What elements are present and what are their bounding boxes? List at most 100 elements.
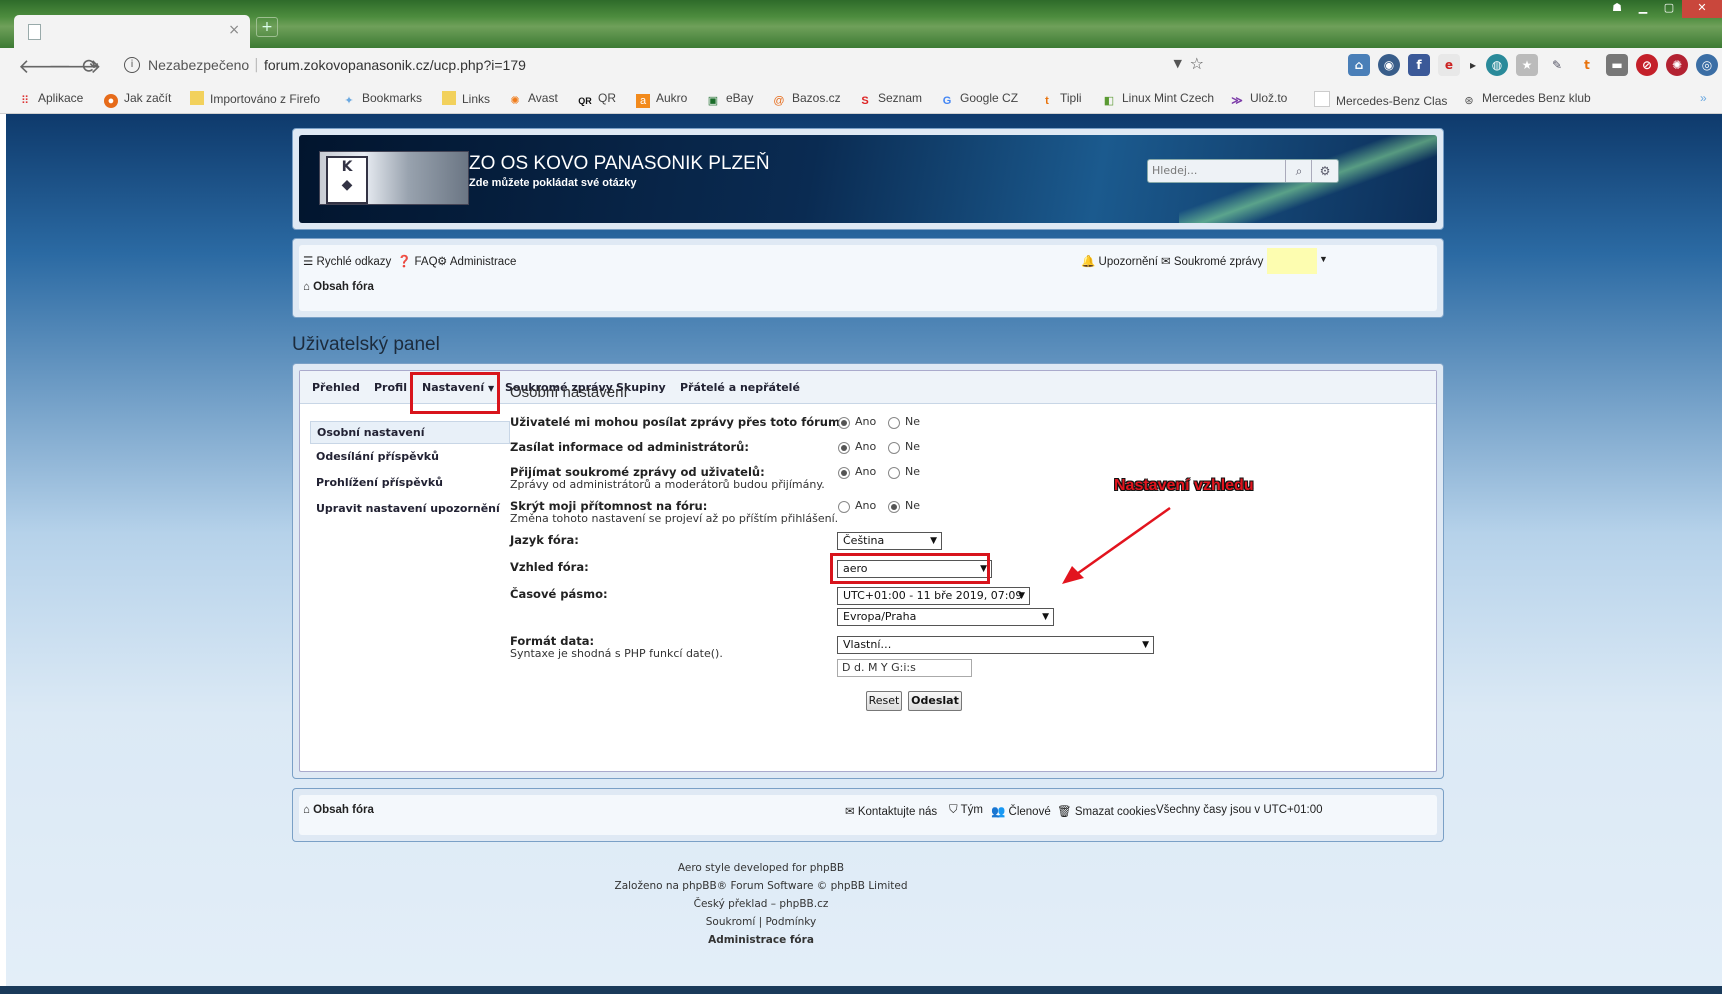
radio-allow-pm-yes[interactable]	[838, 417, 850, 429]
star-icon[interactable]: ☆	[1190, 54, 1204, 73]
bookmark-star-icon[interactable]: ★	[1516, 54, 1538, 76]
bookmark-item[interactable]: QR QR	[578, 91, 616, 108]
timezone-select[interactable]: UTC+01:00 - 11 bře 2019, 07:09 ▼	[837, 587, 1030, 605]
sidebar-item-viewing[interactable]: Prohlížení příspěvků	[310, 472, 510, 493]
tipli-icon[interactable]: t	[1576, 54, 1598, 76]
private-messages-link[interactable]: ✉ Soukromé zprávy	[1161, 254, 1263, 268]
browser-tab[interactable]: ×	[14, 15, 250, 48]
play-icon[interactable]: ▸	[1468, 54, 1478, 76]
team-link[interactable]: ⛉ Tým	[949, 804, 983, 817]
language-select[interactable]: Čeština ▼	[837, 532, 942, 550]
submit-button[interactable]: Odeslat	[908, 691, 962, 711]
faq-link[interactable]: ❓ FAQ	[397, 254, 438, 268]
radio-admin-mail-yes[interactable]	[838, 442, 850, 454]
radio-receive-pm-no[interactable]	[888, 467, 900, 479]
bookmark-item[interactable]: t Tipli	[1040, 91, 1081, 108]
bookmark-item[interactable]: a Aukro	[636, 91, 687, 108]
admin-link[interactable]: ⚙ Administrace	[437, 254, 516, 268]
radio-admin-mail-no[interactable]	[888, 442, 900, 454]
chevron-down-icon[interactable]: ▼	[1319, 254, 1328, 264]
shield-icon[interactable]: ◉	[1378, 54, 1400, 76]
world-icon[interactable]: ◎	[1696, 54, 1718, 76]
block-icon[interactable]: ⊘	[1636, 54, 1658, 76]
timezone-region-select[interactable]: Evropa/Praha ▼	[837, 608, 1054, 626]
window-controls: ☗ ▁ ▢ ✕	[1604, 0, 1722, 22]
address-divider: |	[254, 57, 259, 73]
close-tab-icon[interactable]: ×	[228, 22, 240, 38]
bookmark-item[interactable]: @ Bazos.cz	[772, 91, 840, 108]
radio-label-no: Ne	[905, 440, 920, 453]
radio-receive-pm-yes[interactable]	[838, 467, 850, 479]
bookmark-item[interactable]: ▣ eBay	[706, 91, 754, 108]
bookmark-item[interactable]: ● Jak začít	[104, 91, 171, 108]
dateformat-custom-input[interactable]: D d. M Y G:i:s	[837, 659, 972, 677]
user-menu[interactable]	[1267, 248, 1317, 274]
user-icon[interactable]: ☗	[1604, 0, 1630, 18]
sidebar-item-notifications[interactable]: Upravit nastavení upozornění	[310, 498, 510, 519]
radio-allow-pm-no[interactable]	[888, 417, 900, 429]
bookmark-item[interactable]: ◧ Linux Mint Czech	[1102, 91, 1214, 108]
bookmark-item[interactable]: Mercedes-Benz Clas	[1314, 91, 1447, 108]
notifications-link[interactable]: 🔔 Upozornění	[1081, 254, 1158, 268]
bookmark-item[interactable]: Links	[442, 91, 490, 106]
home-icon: ⌂	[303, 804, 310, 816]
url-text[interactable]: forum.zokovopanasonik.cz/ucp.php?i=179	[264, 57, 526, 73]
envelope-icon: ✉	[845, 806, 855, 818]
cogs-icon: ⚙	[437, 256, 448, 268]
globe-icon[interactable]: ◍	[1486, 54, 1508, 76]
home-icon[interactable]: ⌂	[1348, 54, 1370, 76]
new-tab-button[interactable]: +	[256, 17, 278, 37]
mercedes-icon: ⊛	[1464, 95, 1474, 107]
search-input[interactable]: Hledej...	[1152, 164, 1197, 177]
taskbar	[0, 986, 1722, 994]
reload-icon[interactable]: ⟳	[82, 54, 99, 78]
bookmark-item[interactable]: ⊛ Mercedes Benz klub	[1462, 91, 1590, 108]
video-icon[interactable]: ▬	[1606, 54, 1628, 76]
bookmark-item[interactable]: ≫ Ulož.to	[1230, 91, 1287, 108]
members-link[interactable]: 👥 Členové	[991, 804, 1051, 818]
gear-icon[interactable]: ⚙	[1311, 160, 1338, 182]
breadcrumb-board-index[interactable]: ⌂ Obsah fóra	[303, 281, 374, 293]
bookmark-item[interactable]: Importováno z Firefo	[190, 91, 320, 106]
tab-overview[interactable]: Přehled	[312, 381, 360, 394]
tab-friends-foes[interactable]: Přátelé a nepřátelé	[680, 381, 800, 394]
avast-icon[interactable]: ✺	[1666, 54, 1688, 76]
site-logo[interactable]: K ◆	[319, 151, 469, 205]
footer-board-index[interactable]: ⌂ Obsah fóra	[303, 804, 374, 816]
info-icon[interactable]: i	[124, 57, 140, 73]
facebook-icon[interactable]: f	[1408, 54, 1430, 76]
footer-inner: ⌂ Obsah fóra ✉ Kontaktujte nás ⛉ Tým 👥 Č…	[299, 795, 1437, 835]
address-bar[interactable]: i Nezabezpečeno | forum.zokovopanasonik.…	[118, 52, 1298, 80]
bookmark-item[interactable]: S Seznam	[858, 91, 922, 108]
tab-profile[interactable]: Profil	[374, 381, 407, 394]
bookmark-item[interactable]: ✦ Bookmarks	[342, 91, 422, 108]
search-icon[interactable]: ⌕	[1285, 160, 1312, 182]
minimize-button[interactable]: ▁	[1630, 0, 1656, 18]
radio-hide-online-no[interactable]	[888, 501, 900, 513]
dateformat-select[interactable]: Vlastní… ▼	[837, 636, 1154, 654]
search-box: Hledej... ⌕ ⚙	[1147, 159, 1339, 183]
radio-hide-online-yes[interactable]	[838, 501, 850, 513]
maximize-button[interactable]: ▢	[1656, 0, 1682, 18]
privacy-terms-links[interactable]: Soukromí | Podmínky	[0, 916, 1622, 928]
admin-panel-link[interactable]: Administrace fóra	[0, 934, 1622, 946]
bookmark-item[interactable]: G Google CZ	[940, 91, 1018, 108]
page-icon	[28, 24, 41, 40]
sidebar-item-personal-settings[interactable]: Osobní nastavení	[310, 421, 510, 444]
quick-links-menu[interactable]: ☰ Rychlé odkazy	[303, 254, 391, 268]
reset-button[interactable]: Reset	[866, 691, 902, 711]
ebay-icon[interactable]: e	[1438, 54, 1460, 76]
sidebar-item-posting[interactable]: Odesílání příspěvků	[310, 446, 510, 467]
delete-cookies-link[interactable]: 🗑 Smazat cookies	[1057, 804, 1156, 818]
eyedropper-icon[interactable]: ✎	[1546, 54, 1568, 76]
chevron-down-icon[interactable]: ▼	[1174, 57, 1182, 70]
bookmark-item[interactable]: ✺ Avast	[508, 91, 557, 108]
linux-mint-icon: ◧	[1103, 95, 1115, 107]
close-window-button[interactable]: ✕	[1682, 0, 1722, 18]
bookmark-apps[interactable]: ⠿ Aplikace	[18, 91, 83, 108]
more-bookmarks-icon[interactable]: »	[1700, 91, 1707, 105]
annotation-arrow	[1062, 506, 1171, 584]
avast-icon: ✺	[510, 95, 520, 107]
security-label: Nezabezpečeno	[148, 57, 250, 73]
contact-link[interactable]: ✉ Kontaktujte nás	[845, 804, 937, 818]
